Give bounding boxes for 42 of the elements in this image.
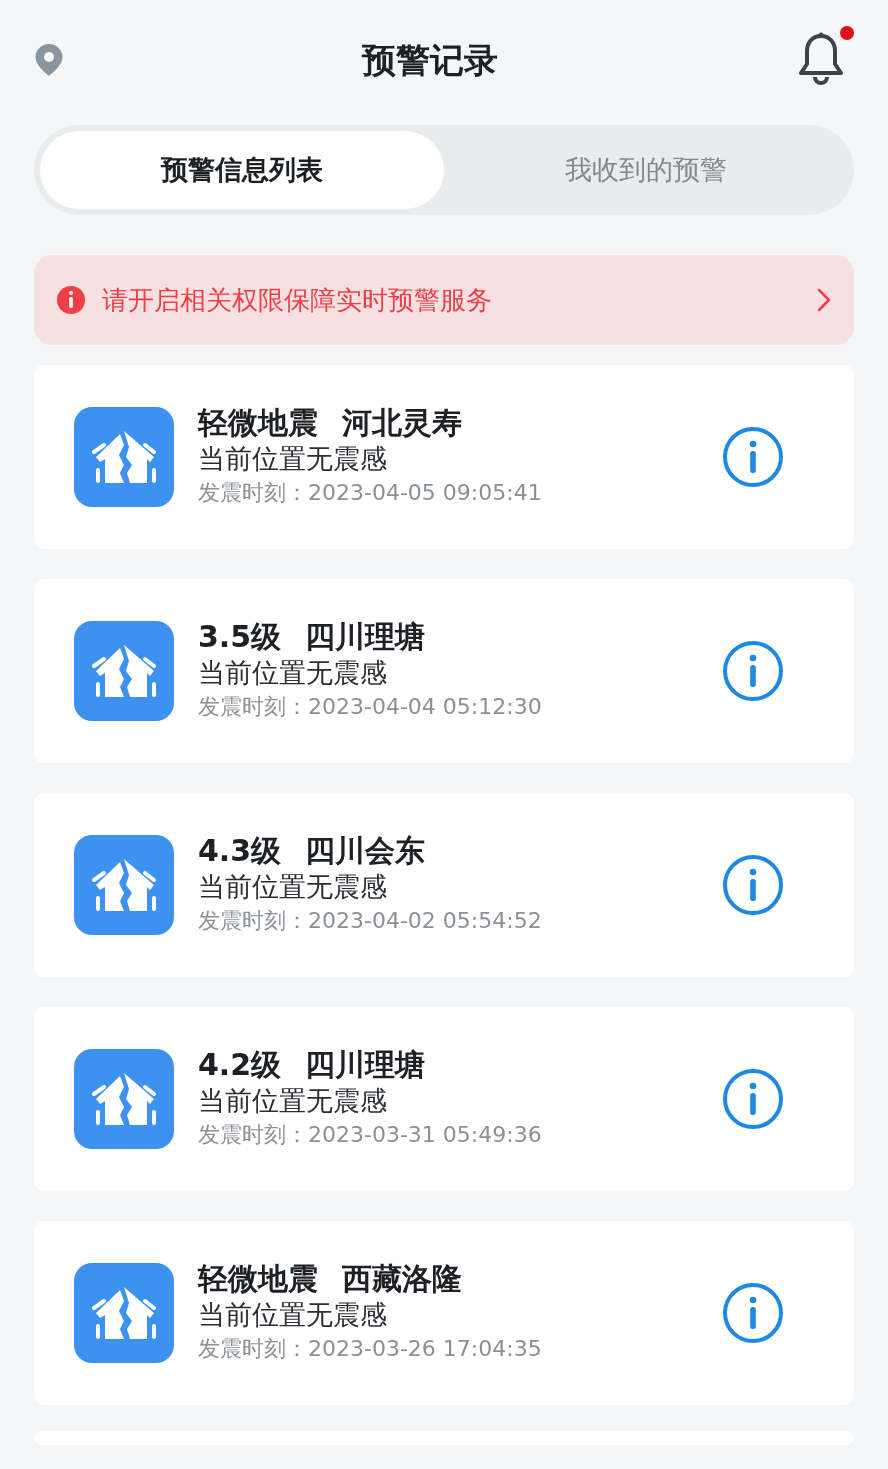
info-icon[interactable]	[722, 854, 784, 916]
cracked-house-icon	[74, 621, 174, 721]
record-card[interactable]: 轻微地震 河北灵寿 当前位置无震感 发震时刻：2023-04-05 09:05:41	[34, 365, 854, 549]
location-text: 四川理塘	[305, 1046, 426, 1082]
page-title: 预警记录	[362, 38, 498, 82]
quake-time-text: 发震时刻：2023-04-04 05:12:30	[198, 693, 543, 722]
magnitude-text: 轻微地震	[198, 404, 318, 440]
alert-icon	[56, 285, 86, 315]
quake-time-text: 发震时刻：2023-04-05 09:05:41	[198, 479, 543, 508]
cracked-house-icon	[74, 1263, 174, 1363]
quake-time-text: 发震时刻：2023-03-26 17:04:35	[198, 1335, 543, 1364]
felt-status-text: 当前位置无震感	[198, 1083, 388, 1118]
location-pin-icon[interactable]	[34, 43, 64, 77]
record-card[interactable]: 3.5级 四川理塘 当前位置无震感 发震时刻：2023-04-04 05:12:30	[34, 579, 854, 763]
magnitude-text: 4.3级	[198, 832, 282, 868]
info-icon[interactable]	[722, 1068, 784, 1130]
felt-status-text: 当前位置无震感	[198, 441, 388, 476]
felt-status-text: 当前位置无震感	[198, 655, 388, 690]
magnitude-text: 4.2级	[198, 1046, 282, 1082]
location-text: 河北灵寿	[342, 404, 462, 440]
location-text: 四川会东	[305, 832, 426, 868]
info-icon[interactable]	[722, 426, 784, 488]
banner-text: 请开启相关权限保障实时预警服务	[102, 283, 493, 317]
magnitude-text: 轻微地震	[198, 1260, 318, 1296]
quake-time-text: 发震时刻：2023-03-31 05:49:36	[198, 1121, 543, 1150]
tab[interactable]: 预警信息列表	[40, 131, 444, 209]
felt-status-text: 当前位置无震感	[198, 1297, 388, 1332]
quake-time-text: 发震时刻：2023-04-02 05:54:52	[198, 907, 543, 936]
cracked-house-icon	[74, 407, 174, 507]
record-card[interactable]: 4.2级 四川理塘 当前位置无震感 发震时刻：2023-03-31 05:49:36	[34, 1007, 854, 1191]
record-card[interactable]: 轻微地震 西藏洛隆 当前位置无震感 发震时刻：2023-03-26 17:04:35	[34, 1221, 854, 1405]
record-card[interactable]: 4.3级 四川会东 当前位置无震感 发震时刻：2023-04-02 05:54:52	[34, 793, 854, 977]
cracked-house-icon	[74, 1049, 174, 1149]
felt-status-text: 当前位置无震感	[198, 869, 388, 904]
magnitude-text: 3.5级	[198, 618, 282, 654]
cracked-house-icon	[74, 835, 174, 935]
location-text: 西藏洛隆	[342, 1260, 462, 1296]
info-icon[interactable]	[722, 640, 784, 702]
chevron-right-icon	[816, 287, 832, 313]
notification-bell-icon[interactable]	[796, 32, 846, 88]
location-text: 四川理塘	[305, 618, 426, 654]
info-icon[interactable]	[722, 1282, 784, 1344]
